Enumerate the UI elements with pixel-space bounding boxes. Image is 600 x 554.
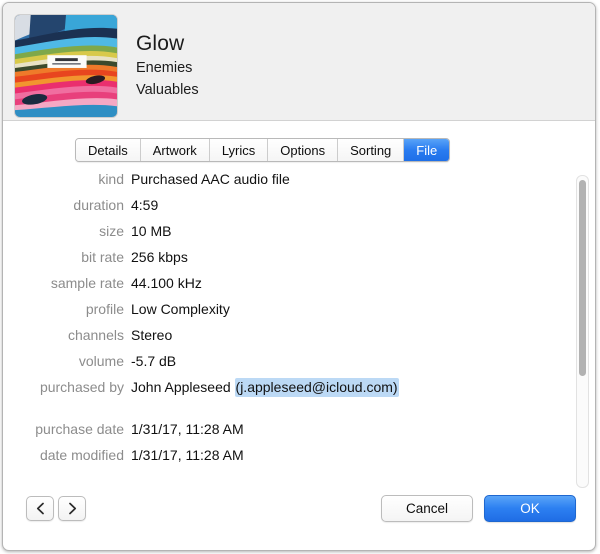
field-purchased-by: purchased byJohn Appleseed (j.appleseed@… bbox=[3, 379, 563, 421]
file-info-panel: kindPurchased AAC audio fileduration4:59… bbox=[3, 171, 595, 491]
field-kind-value: Purchased AAC audio file bbox=[131, 171, 290, 187]
field-volume-label: volume bbox=[3, 353, 131, 369]
field-channels-label: channels bbox=[3, 327, 131, 343]
field-date-modified-label: date modified bbox=[3, 447, 131, 463]
chevron-right-icon bbox=[68, 502, 77, 515]
field-sample-rate-label: sample rate bbox=[3, 275, 131, 291]
field-purchase-date-value: 1/31/17, 11:28 AM bbox=[131, 421, 244, 437]
field-purchased-by-label: purchased by bbox=[3, 379, 131, 395]
chevron-left-icon bbox=[36, 502, 45, 515]
field-volume: volume-5.7 dB bbox=[3, 353, 563, 379]
tab-bar: DetailsArtworkLyricsOptionsSortingFile bbox=[75, 138, 450, 162]
field-duration-label: duration bbox=[3, 197, 131, 213]
field-volume-value: -5.7 dB bbox=[131, 353, 176, 369]
tab-file[interactable]: File bbox=[404, 139, 449, 161]
field-size: size10 MB bbox=[3, 223, 563, 249]
tab-artwork[interactable]: Artwork bbox=[141, 139, 210, 161]
field-purchase-date: purchase date1/31/17, 11:28 AM bbox=[3, 421, 563, 447]
field-kind: kindPurchased AAC audio file bbox=[3, 171, 563, 197]
previous-item-button[interactable] bbox=[26, 496, 54, 521]
tab-lyrics[interactable]: Lyrics bbox=[210, 139, 268, 161]
record-navigation-group bbox=[26, 496, 86, 521]
field-sample-rate: sample rate44.100 kHz bbox=[3, 275, 563, 301]
field-profile-value: Low Complexity bbox=[131, 301, 230, 317]
file-info-field-list: kindPurchased AAC audio fileduration4:59… bbox=[3, 171, 563, 473]
field-purchased-by-value: John Appleseed (j.appleseed@icloud.com) bbox=[131, 379, 399, 395]
field-date-modified: date modified1/31/17, 11:28 AM bbox=[3, 447, 563, 473]
cancel-button[interactable]: Cancel bbox=[381, 495, 473, 522]
album-artwork[interactable] bbox=[14, 14, 118, 118]
field-bit-rate: bit rate256 kbps bbox=[3, 249, 563, 275]
field-channels: channelsStereo bbox=[3, 327, 563, 353]
dialog-footer: Cancel OK bbox=[3, 490, 595, 550]
next-item-button[interactable] bbox=[58, 496, 86, 521]
purchaser-name: John Appleseed bbox=[131, 379, 235, 395]
field-duration: duration4:59 bbox=[3, 197, 563, 223]
field-profile: profileLow Complexity bbox=[3, 301, 563, 327]
field-purchase-date-label: purchase date bbox=[3, 421, 131, 437]
field-size-label: size bbox=[3, 223, 131, 239]
album-artwork-abstract-paint-icon bbox=[15, 15, 117, 117]
field-kind-label: kind bbox=[3, 171, 131, 187]
field-duration-value: 4:59 bbox=[131, 197, 158, 213]
field-date-modified-value: 1/31/17, 11:28 AM bbox=[131, 447, 244, 463]
field-profile-label: profile bbox=[3, 301, 131, 317]
ok-button[interactable]: OK bbox=[484, 495, 576, 522]
field-bit-rate-value: 256 kbps bbox=[131, 249, 188, 265]
tab-options[interactable]: Options bbox=[268, 139, 338, 161]
field-size-value: 10 MB bbox=[131, 223, 171, 239]
track-artist: Enemies bbox=[136, 57, 199, 79]
dialog-action-buttons: Cancel OK bbox=[381, 495, 576, 522]
track-metadata: Glow Enemies Valuables bbox=[136, 31, 199, 101]
tab-details[interactable]: Details bbox=[76, 139, 141, 161]
purchaser-email-link[interactable]: (j.appleseed@icloud.com) bbox=[235, 378, 399, 397]
song-info-dialog: Glow Enemies Valuables DetailsArtworkLyr… bbox=[2, 2, 596, 551]
dialog-header: Glow Enemies Valuables bbox=[3, 3, 595, 121]
track-title: Glow bbox=[136, 31, 199, 57]
field-sample-rate-value: 44.100 kHz bbox=[131, 275, 202, 291]
field-channels-value: Stereo bbox=[131, 327, 172, 343]
vertical-scrollbar[interactable] bbox=[576, 175, 589, 488]
scrollbar-thumb[interactable] bbox=[579, 180, 586, 376]
track-album: Valuables bbox=[136, 79, 199, 101]
tab-sorting[interactable]: Sorting bbox=[338, 139, 404, 161]
field-bit-rate-label: bit rate bbox=[3, 249, 131, 265]
